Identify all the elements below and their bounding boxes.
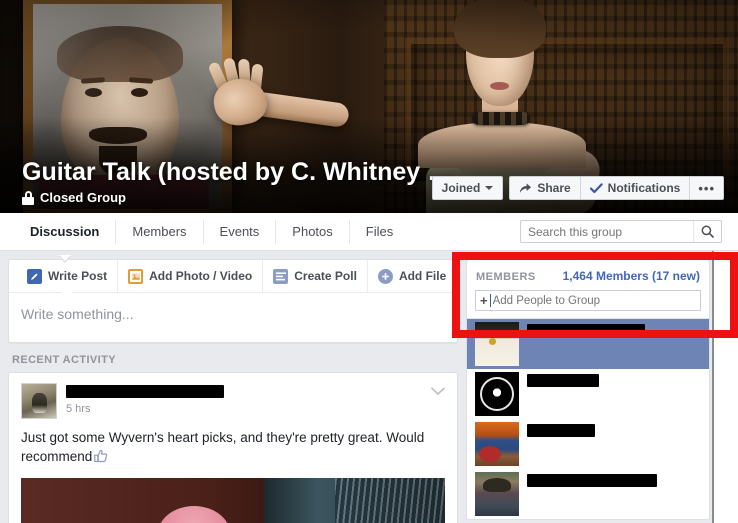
member-avatar (475, 472, 519, 516)
post-timestamp[interactable]: 5 hrs (66, 403, 445, 415)
post-menu-chevron-down-icon[interactable] (431, 385, 445, 398)
member-name-redacted (527, 424, 595, 437)
member-avatar (475, 322, 519, 366)
group-identity: Guitar Talk (hosted by C. Whitney … Clos… (22, 157, 452, 205)
tab-members[interactable]: Members (116, 219, 204, 244)
plus-circle-icon (377, 268, 393, 284)
post-composer: Write Post Add Photo / Video Create Poll (8, 259, 458, 343)
group-privacy-label: Closed Group (40, 190, 126, 205)
share-arrow-icon (520, 183, 532, 193)
member-name-redacted (527, 474, 657, 487)
search-button[interactable] (693, 221, 721, 242)
member-list-item[interactable] (467, 469, 709, 519)
share-button[interactable]: Share (510, 177, 581, 199)
photo-icon (128, 268, 144, 284)
composer-tabs: Write Post Add Photo / Video Create Poll (9, 260, 457, 293)
member-list-item[interactable] (467, 319, 709, 369)
page-scrollbar[interactable] (712, 251, 714, 523)
plus-icon: + (480, 293, 488, 308)
cover-action-bar: Joined Share Notifications ••• (431, 176, 724, 200)
add-people-input[interactable] (492, 294, 696, 307)
group-search (520, 220, 722, 243)
ellipsis-icon: ••• (698, 180, 715, 196)
cover-button-group: Share Notifications ••• (509, 176, 724, 200)
composer-tab-write-post[interactable]: Write Post (17, 260, 119, 292)
group-privacy: Closed Group (22, 190, 452, 205)
member-avatar (475, 422, 519, 466)
group-cover-photo[interactable]: Guitar Talk (hosted by C. Whitney … Clos… (0, 0, 738, 213)
members-title: MEMBERS (476, 271, 536, 283)
member-name-redacted (527, 374, 599, 387)
group-tabs: Discussion Members Events Photos Files (0, 213, 409, 250)
tab-events[interactable]: Events (204, 219, 277, 244)
post-text-content: Just got some Wyvern's heart picks, and … (21, 430, 425, 464)
recent-activity-label: RECENT ACTIVITY (12, 354, 116, 366)
share-label: Share (537, 181, 571, 195)
lock-icon (22, 190, 34, 205)
caret-down-icon (485, 186, 494, 190)
more-options-button[interactable]: ••• (690, 177, 723, 199)
member-list (467, 318, 709, 519)
member-list-item[interactable] (467, 419, 709, 469)
tab-discussion[interactable]: Discussion (14, 219, 117, 244)
composer-tab-create-poll[interactable]: Create Poll (263, 260, 368, 292)
composer-tab-add-photo-video[interactable]: Add Photo / Video (118, 260, 264, 292)
main-column: Write Post Add Photo / Video Create Poll (8, 259, 458, 523)
search-input[interactable] (521, 224, 693, 239)
right-sidebar: MEMBERS 1,464 Members (17 new) + (466, 259, 710, 520)
composer-tab-label: Add File (398, 269, 447, 283)
composer-tab-add-file[interactable]: Add File (368, 260, 456, 292)
checkmark-icon (589, 182, 603, 193)
notifications-label: Notifications (607, 181, 681, 195)
post-body: 5 hrs Just got some Wyvern's heart picks… (9, 373, 457, 523)
joined-button[interactable]: Joined (431, 176, 504, 200)
add-people-field[interactable]: + (475, 290, 701, 311)
notifications-button[interactable]: Notifications (581, 177, 691, 199)
composer-tab-label: Add Photo / Video (149, 269, 253, 283)
facebook-group-page: Guitar Talk (hosted by C. Whitney … Clos… (0, 0, 738, 523)
members-count[interactable]: 1,464 Members (17 new) (563, 269, 700, 283)
member-name-redacted (527, 324, 645, 337)
pencil-icon (27, 268, 42, 284)
composer-tab-label: Write Post (48, 269, 108, 283)
composer-input[interactable]: Write something... (9, 293, 457, 342)
text-cursor (489, 294, 491, 307)
post-header: 5 hrs (21, 383, 445, 419)
member-list-item[interactable] (467, 369, 709, 419)
tab-photos[interactable]: Photos (276, 219, 350, 244)
feed-post: 5 hrs Just got some Wyvern's heart picks… (8, 372, 458, 523)
group-tabbar: Discussion Members Events Photos Files (0, 213, 738, 251)
members-panel: MEMBERS 1,464 Members (17 new) + (466, 259, 710, 520)
tab-files[interactable]: Files (350, 220, 409, 244)
page-right-margin (714, 251, 738, 523)
post-author-avatar[interactable] (21, 383, 57, 419)
post-attached-image[interactable] (21, 478, 445, 523)
post-text: Just got some Wyvern's heart picks, and … (21, 428, 445, 466)
composer-tab-label: Create Poll (294, 269, 357, 283)
member-avatar (475, 372, 519, 416)
joined-label: Joined (441, 181, 481, 195)
members-panel-header: MEMBERS 1,464 Members (17 new) (467, 260, 709, 290)
search-icon (701, 225, 714, 238)
group-name: Guitar Talk (hosted by C. Whitney … (22, 158, 453, 186)
poll-list-icon (273, 268, 289, 284)
post-author-name-redacted (66, 385, 224, 398)
thumbs-up-icon (94, 449, 108, 463)
